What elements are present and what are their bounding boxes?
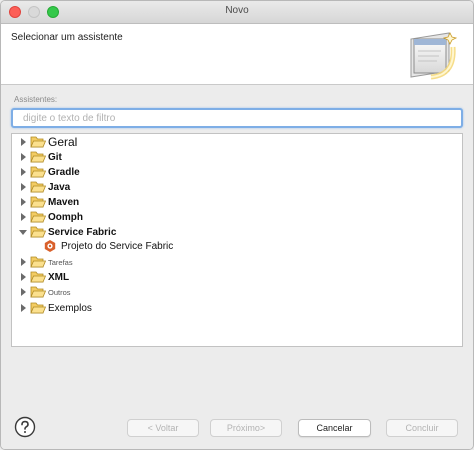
help-icon[interactable] [14, 416, 36, 438]
tree-item-xml[interactable]: XML [18, 270, 69, 284]
tree-item-label: Maven [48, 196, 80, 208]
expand-arrow-icon[interactable] [18, 272, 28, 282]
folder-icon [30, 136, 46, 148]
tree-item-label: Gradle [48, 166, 80, 178]
cancel-button[interactable]: Cancelar [298, 419, 371, 437]
tree-item-outros[interactable]: Outros [18, 285, 71, 299]
tree-item-label: Geral [48, 135, 78, 149]
back-button[interactable]: < Voltar [127, 419, 199, 437]
finish-button[interactable]: Concluir [386, 419, 458, 437]
expand-arrow-icon[interactable] [18, 137, 28, 147]
tree-item-service-fabric[interactable]: Service Fabric [18, 225, 116, 239]
next-button[interactable]: Próximo> [210, 419, 282, 437]
wizard-tree[interactable]: Geral Git Gradle Java Maven Oomph Servic… [11, 133, 463, 347]
expand-arrow-icon[interactable] [18, 303, 28, 313]
expand-arrow-icon[interactable] [18, 257, 28, 267]
new-wizard-dialog: Novo Selecionar um assistente Assistente… [0, 0, 474, 450]
new-wizard-banner-icon [410, 32, 458, 80]
folder-open-icon [30, 226, 46, 238]
tree-item-label: Exemplos [48, 302, 92, 314]
tree-item-label: XML [48, 271, 70, 283]
tree-item-label: Tarefas [48, 257, 73, 267]
page-title: Selecionar um assistente [11, 32, 123, 43]
tree-item-label: Projeto do Service Fabric [61, 240, 174, 252]
folder-icon [30, 256, 46, 268]
tree-item-git[interactable]: Git [18, 150, 62, 164]
folder-icon [30, 196, 46, 208]
tree-item-label: Git [48, 151, 62, 163]
tree-item-label: Outros [48, 287, 71, 297]
folder-icon [30, 181, 46, 193]
service-fabric-icon [44, 240, 56, 252]
folder-icon [30, 286, 46, 298]
tree-item-tarefas[interactable]: Tarefas [18, 255, 73, 269]
wizard-header: Selecionar um assistente [1, 24, 473, 85]
tree-item-geral[interactable]: Geral [18, 135, 77, 149]
tree-item-oomph[interactable]: Oomph [18, 210, 83, 224]
wizard-filter-input[interactable] [11, 108, 463, 128]
tree-item-gradle[interactable]: Gradle [18, 165, 80, 179]
folder-icon [30, 211, 46, 223]
tree-item-java[interactable]: Java [18, 180, 70, 194]
folder-icon [30, 151, 46, 163]
collapse-arrow-icon[interactable] [18, 227, 28, 237]
folder-icon [30, 302, 46, 314]
expand-arrow-icon[interactable] [18, 197, 28, 207]
tree-item-maven[interactable]: Maven [18, 195, 79, 209]
expand-arrow-icon[interactable] [18, 212, 28, 222]
tree-item-exemplos[interactable]: Exemplos [18, 301, 92, 315]
wizards-label: Assistentes: [14, 95, 58, 104]
expand-arrow-icon[interactable] [18, 287, 28, 297]
expand-arrow-icon[interactable] [18, 182, 28, 192]
window-title: Novo [225, 5, 249, 16]
tree-item-projeto-service-fabric[interactable]: Projeto do Service Fabric [43, 239, 173, 253]
expand-arrow-icon[interactable] [18, 152, 28, 162]
folder-icon [30, 271, 46, 283]
tree-item-label: Java [48, 181, 71, 193]
folder-icon [30, 166, 46, 178]
tree-item-label: Oomph [48, 211, 83, 223]
tree-item-label: Service Fabric [48, 226, 117, 238]
title-bar: Novo [1, 1, 473, 24]
expand-arrow-icon[interactable] [18, 167, 28, 177]
